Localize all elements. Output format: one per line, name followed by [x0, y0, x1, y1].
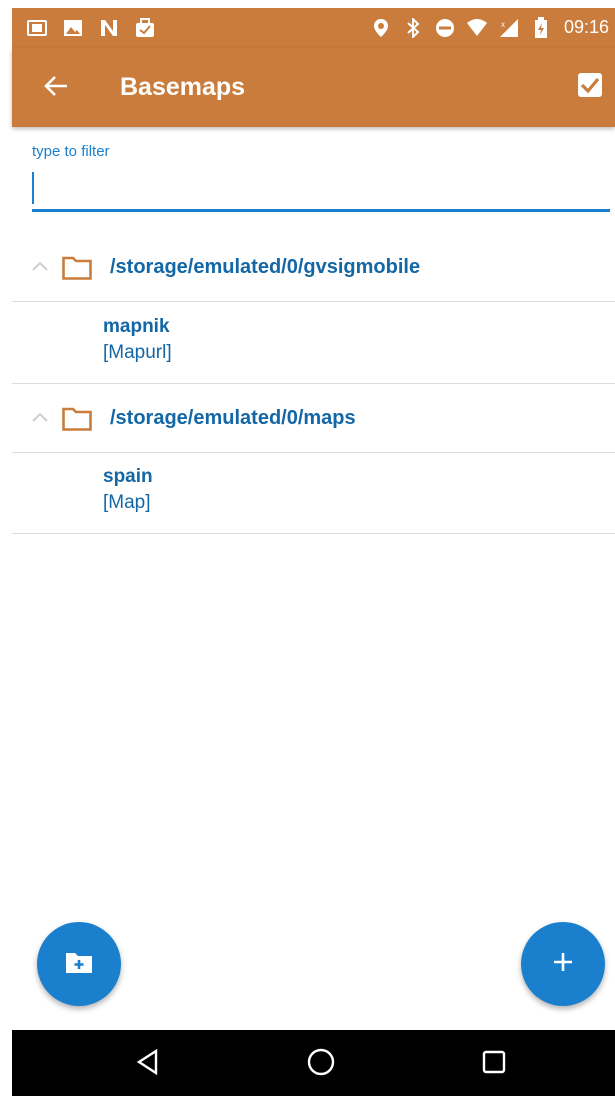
list-item-mapnik[interactable]: mapnik [Mapurl]	[12, 302, 615, 384]
back-triangle-icon	[136, 1048, 160, 1080]
filter-label: type to filter	[32, 143, 110, 160]
chevron-up-icon	[30, 407, 50, 427]
chevron-up-icon	[30, 256, 50, 276]
item-type: [Mapurl]	[103, 342, 172, 363]
signal-icon: x	[498, 18, 520, 38]
status-right-icons: x 09:16	[370, 16, 609, 38]
nav-home-button[interactable]	[301, 1044, 341, 1084]
list-item-spain[interactable]: spain [Map]	[12, 452, 615, 534]
add-folder-button[interactable]	[37, 922, 121, 1006]
folder-icon	[62, 405, 92, 431]
group-path: /storage/emulated/0/maps	[110, 407, 356, 429]
wifi-icon	[466, 18, 488, 38]
checkbox-checked-icon	[577, 72, 603, 103]
text-cursor	[32, 172, 34, 204]
screen: x 09:16 Basemaps type to filter /storage…	[0, 0, 615, 1096]
home-circle-icon	[307, 1048, 335, 1081]
recents-square-icon	[482, 1050, 506, 1079]
status-bar: x 09:16	[12, 8, 615, 48]
group-header-maps[interactable]: /storage/emulated/0/maps	[12, 383, 615, 453]
navigation-bar	[12, 1030, 615, 1096]
page-title: Basemaps	[120, 73, 246, 101]
nav-recents-button[interactable]	[474, 1044, 514, 1084]
arrow-left-icon	[43, 75, 69, 102]
add-folder-icon	[65, 950, 93, 979]
folder-icon	[62, 254, 92, 280]
group-path: /storage/emulated/0/gvsigmobile	[110, 256, 421, 278]
back-button[interactable]	[36, 68, 76, 108]
image-icon	[62, 18, 84, 38]
location-icon	[370, 18, 392, 38]
item-name: mapnik	[103, 316, 170, 337]
group-header-gvsigmobile[interactable]: /storage/emulated/0/gvsigmobile	[12, 232, 615, 302]
bluetooth-icon	[402, 17, 424, 38]
plus-icon	[551, 950, 575, 979]
do-not-disturb-icon	[434, 18, 456, 38]
add-button[interactable]	[521, 922, 605, 1006]
status-time: 09:16	[563, 17, 609, 37]
filter-input[interactable]	[32, 168, 610, 212]
item-name: spain	[103, 466, 153, 487]
battery-icon	[530, 16, 552, 38]
n-icon	[98, 18, 120, 38]
nav-back-button[interactable]	[128, 1044, 168, 1084]
item-type: [Map]	[103, 492, 151, 513]
book-icon	[26, 18, 48, 38]
status-left-icons	[26, 18, 156, 38]
svg-text:x: x	[501, 20, 505, 29]
toolbar: Basemaps	[12, 48, 615, 127]
confirm-button[interactable]	[573, 70, 607, 104]
briefcase-check-icon	[134, 18, 156, 38]
